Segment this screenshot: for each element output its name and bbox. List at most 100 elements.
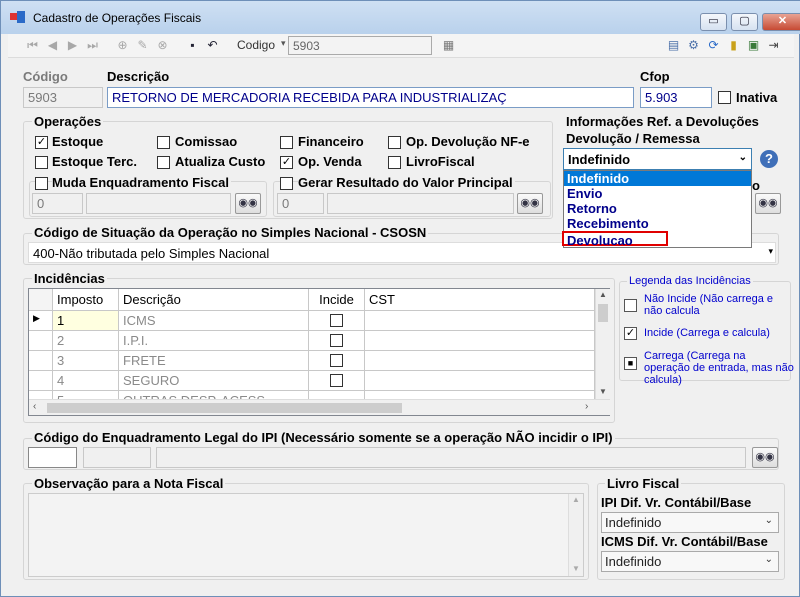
incide-checkbox[interactable] <box>330 334 343 347</box>
first-record-icon[interactable]: ⏮ <box>26 39 39 52</box>
table-cell-incide <box>309 391 365 399</box>
ipi-dif-value: Indefinido <box>605 515 662 530</box>
chevron-down-icon[interactable]: ▾ <box>281 38 286 49</box>
table-cell-imposto[interactable]: 3 <box>53 351 119 371</box>
observacao-textarea[interactable]: ▲ ▼ <box>28 493 584 577</box>
estoque-label: Estoque <box>52 134 104 149</box>
horizontal-scrollbar[interactable]: ‹ › <box>29 399 610 415</box>
scroll-right-icon[interactable]: › <box>585 401 588 412</box>
scroll-down-icon[interactable]: ▼ <box>572 564 580 573</box>
observacao-label: Observação para a Nota Fiscal <box>32 476 226 491</box>
grid-view-icon[interactable]: ▦ <box>442 39 455 52</box>
incide-checkbox[interactable] <box>330 354 343 367</box>
table-cell-imposto[interactable]: 1 <box>53 311 119 331</box>
table-cell-imposto[interactable]: 4 <box>53 371 119 391</box>
search-button-1[interactable]: ◉◉ <box>235 193 261 214</box>
grid-body: ▶ 1 ICMS 2 I.P.I. 3 FRETE 4 SEGURO 5 OUT… <box>29 311 595 399</box>
last-record-icon[interactable]: ⏭ <box>86 39 99 52</box>
table-cell-cst[interactable] <box>365 371 595 391</box>
devolucoes-title: Informações Ref. a Devoluções <box>566 114 759 129</box>
gerar-resultado-checkbox[interactable] <box>280 177 293 190</box>
devolucao-remessa-label: Devolução / Remessa <box>566 131 700 146</box>
op-devolucao-checkbox[interactable] <box>388 136 401 149</box>
title-bar: Cadastro de Operações Fiscais ▭ ▢ ✕ <box>1 1 800 34</box>
header-cst[interactable]: CST <box>365 289 595 311</box>
vertical-scrollbar[interactable]: ▲ ▼ <box>595 289 610 399</box>
table-cell-imposto[interactable]: 5 <box>53 391 119 399</box>
table-cell-cst[interactable] <box>365 391 595 399</box>
dropdown-option-recebimento[interactable]: Recebimento <box>564 216 751 231</box>
next-record-icon[interactable]: ▶ <box>66 39 79 52</box>
scroll-up-icon[interactable]: ▲ <box>572 495 580 504</box>
search-button-2[interactable]: ◉◉ <box>517 193 543 214</box>
exit-icon[interactable]: ⇥ <box>767 39 780 52</box>
search-button-3[interactable]: ◉◉ <box>755 193 781 214</box>
header-imposto[interactable]: Imposto <box>53 289 119 311</box>
minimize-button[interactable]: ▭ <box>700 13 727 31</box>
op-venda-checkbox[interactable]: ✓ <box>280 156 293 169</box>
table-cell-cst[interactable] <box>365 331 595 351</box>
inativa-checkbox[interactable] <box>718 91 731 104</box>
chevron-down-icon: ⌄ <box>764 515 773 526</box>
codigo-search-input[interactable]: 5903 <box>288 36 432 55</box>
scroll-up-icon[interactable]: ▲ <box>599 290 607 299</box>
financeiro-checkbox[interactable] <box>280 136 293 149</box>
table-cell-descricao: I.P.I. <box>119 331 309 351</box>
table-cell-descricao: OUTRAS DESP. ACESS. <box>119 391 309 399</box>
export-icon[interactable]: ▣ <box>747 39 760 52</box>
scroll-down-icon[interactable]: ▼ <box>599 387 607 396</box>
dropdown-option-indefinido[interactable]: Indefinido <box>564 171 751 186</box>
estoque-terc-checkbox[interactable] <box>35 156 48 169</box>
edit-icon[interactable]: ✎ <box>136 39 149 52</box>
dropdown-option-retorno[interactable]: Retorno <box>564 201 751 216</box>
gerar-resultado-desc <box>327 193 514 214</box>
save-icon[interactable]: ▪ <box>186 39 199 52</box>
dropdown-option-devolucao[interactable]: Devolucao <box>562 231 668 248</box>
delete-icon[interactable]: ⊗ <box>156 39 169 52</box>
refresh-icon[interactable]: ⟳ <box>707 39 720 52</box>
comissao-checkbox[interactable] <box>157 136 170 149</box>
add-icon[interactable]: ⊕ <box>116 39 129 52</box>
table-cell-imposto[interactable]: 2 <box>53 331 119 351</box>
previous-record-icon[interactable]: ◀ <box>46 39 59 52</box>
maximize-button[interactable]: ▢ <box>731 13 758 31</box>
search-button-ipi[interactable]: ◉◉ <box>752 447 778 468</box>
table-cell-descricao: SEGURO <box>119 371 309 391</box>
incide-checkbox[interactable] <box>330 374 343 387</box>
ipi-code-field[interactable] <box>28 447 77 468</box>
muda-enquadramento-code: 0 <box>32 193 83 214</box>
close-button[interactable]: ✕ <box>762 13 800 31</box>
descricao-field[interactable]: RETORNO DE MERCADORIA RECEBIDA PARA INDU… <box>107 87 634 108</box>
observacao-scrollbar[interactable]: ▲ ▼ <box>568 494 583 576</box>
muda-enquadramento-checkbox[interactable] <box>35 177 48 190</box>
dropdown-option-envio[interactable]: Envio <box>564 186 751 201</box>
icms-dif-select[interactable]: Indefinido ⌄ <box>601 551 779 572</box>
grid-corner <box>29 289 53 311</box>
report-icon[interactable]: ▤ <box>667 39 680 52</box>
undo-icon[interactable]: ↶ <box>206 39 219 52</box>
legend-no-incide-checkbox <box>624 299 637 312</box>
atualiza-custo-checkbox[interactable] <box>157 156 170 169</box>
codigo-search-label: Codigo <box>237 38 276 52</box>
livro-fiscal-checkbox[interactable] <box>388 156 401 169</box>
legend-incide-label: Incide (Carrega e calcula) <box>644 327 770 339</box>
scroll-thumb[interactable] <box>598 304 608 322</box>
estoque-checkbox[interactable]: ✓ <box>35 136 48 149</box>
devolucao-remessa-select[interactable]: Indefinido ⌄ <box>563 148 752 170</box>
table-cell-cst[interactable] <box>365 351 595 371</box>
note-icon[interactable]: ▮ <box>727 39 740 52</box>
header-incide[interactable]: Incide <box>309 289 365 311</box>
cfop-field[interactable]: 5.903 <box>640 87 712 108</box>
scroll-left-icon[interactable]: ‹ <box>33 401 36 412</box>
comissao-label: Comissao <box>175 134 238 149</box>
table-cell-cst[interactable] <box>365 311 595 331</box>
header-descricao[interactable]: Descrição <box>119 289 309 311</box>
ipi-dif-select[interactable]: Indefinido ⌄ <box>601 512 779 533</box>
help-icon[interactable]: ? <box>760 150 778 168</box>
cfop-label: Cfop <box>640 69 670 84</box>
incide-checkbox[interactable] <box>330 314 343 327</box>
scroll-thumb-horizontal[interactable] <box>47 403 402 413</box>
financeiro-label: Financeiro <box>298 134 364 149</box>
table-cell-incide <box>309 371 365 391</box>
settings-icon[interactable]: ⚙ <box>687 39 700 52</box>
